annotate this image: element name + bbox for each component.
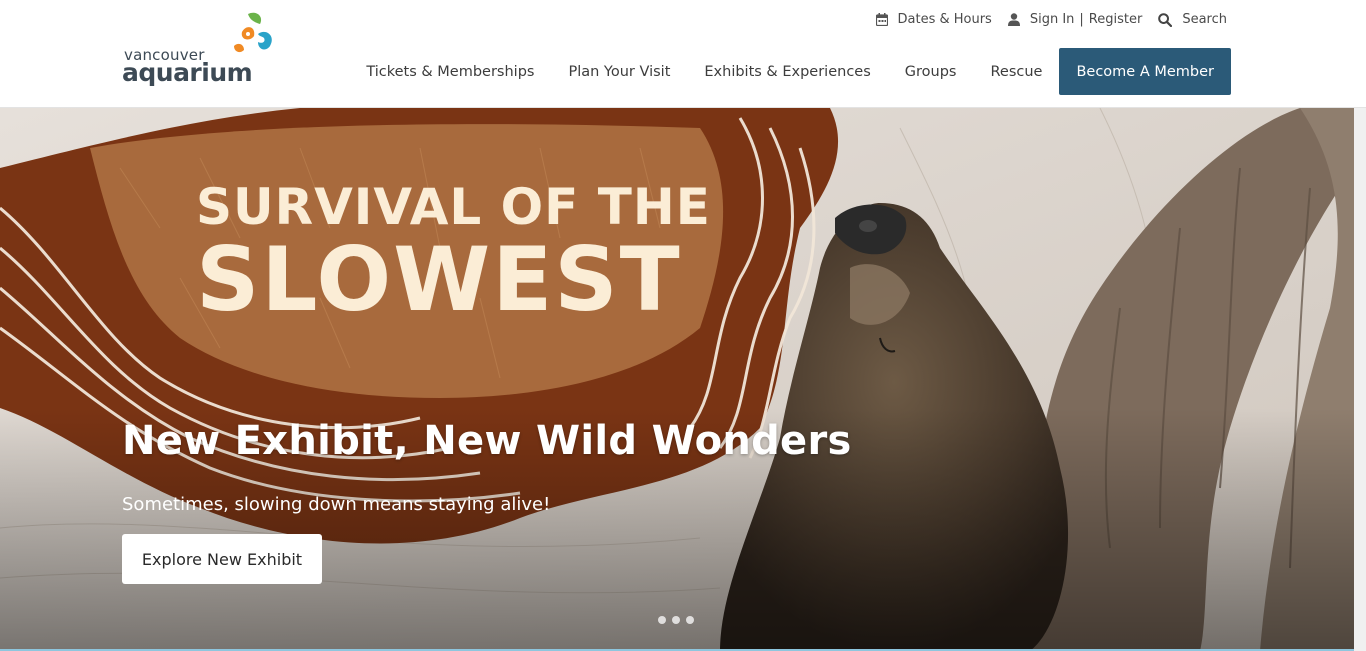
hero-banner: SURVIVAL OF THE SLOWEST New Exhibit, New… (0, 108, 1354, 651)
hero-heading: New Exhibit, New Wild Wonders (122, 418, 852, 464)
register-link[interactable]: Register (1089, 12, 1143, 27)
calendar-icon (875, 13, 888, 26)
dates-hours-label: Dates & Hours (897, 12, 992, 27)
art-title-line2: SLOWEST (196, 228, 682, 331)
carousel-dots (658, 616, 694, 624)
explore-exhibit-button[interactable]: Explore New Exhibit (122, 534, 322, 584)
dates-hours-link[interactable]: Dates & Hours (875, 12, 992, 27)
search-link[interactable]: Search (1158, 12, 1227, 27)
nav-exhibits-experiences[interactable]: Exhibits & Experiences (704, 64, 870, 80)
main-nav: Tickets & Memberships Plan Your Visit Ex… (366, 48, 1231, 95)
user-icon (1007, 13, 1020, 26)
page-scrollbar[interactable] (1354, 108, 1366, 651)
carousel-dot-1[interactable] (658, 616, 666, 624)
nav-plan-your-visit[interactable]: Plan Your Visit (568, 64, 670, 80)
account-links: Sign In | Register (1007, 12, 1143, 27)
search-label: Search (1182, 12, 1227, 27)
hero-subheading: Sometimes, slowing down means staying al… (122, 494, 551, 515)
logo-text-aquarium: aquarium (122, 58, 253, 87)
nav-rescue[interactable]: Rescue (990, 64, 1042, 80)
utility-nav: Dates & Hours Sign In | Register Search (860, 12, 1227, 27)
sign-in-link[interactable]: Sign In (1030, 12, 1075, 27)
become-member-button[interactable]: Become A Member (1059, 48, 1231, 95)
logo-mark-icon (234, 12, 272, 53)
vancouver-aquarium-logo[interactable]: vancouver aquarium (122, 10, 282, 90)
carousel-dot-2[interactable] (672, 616, 680, 624)
nav-groups[interactable]: Groups (905, 64, 957, 80)
search-icon (1158, 12, 1173, 27)
carousel-dot-3[interactable] (686, 616, 694, 624)
nav-tickets-memberships[interactable]: Tickets & Memberships (366, 64, 534, 80)
site-header: vancouver aquarium Dates & Hours Sign In… (0, 0, 1366, 108)
account-separator: | (1079, 12, 1084, 27)
